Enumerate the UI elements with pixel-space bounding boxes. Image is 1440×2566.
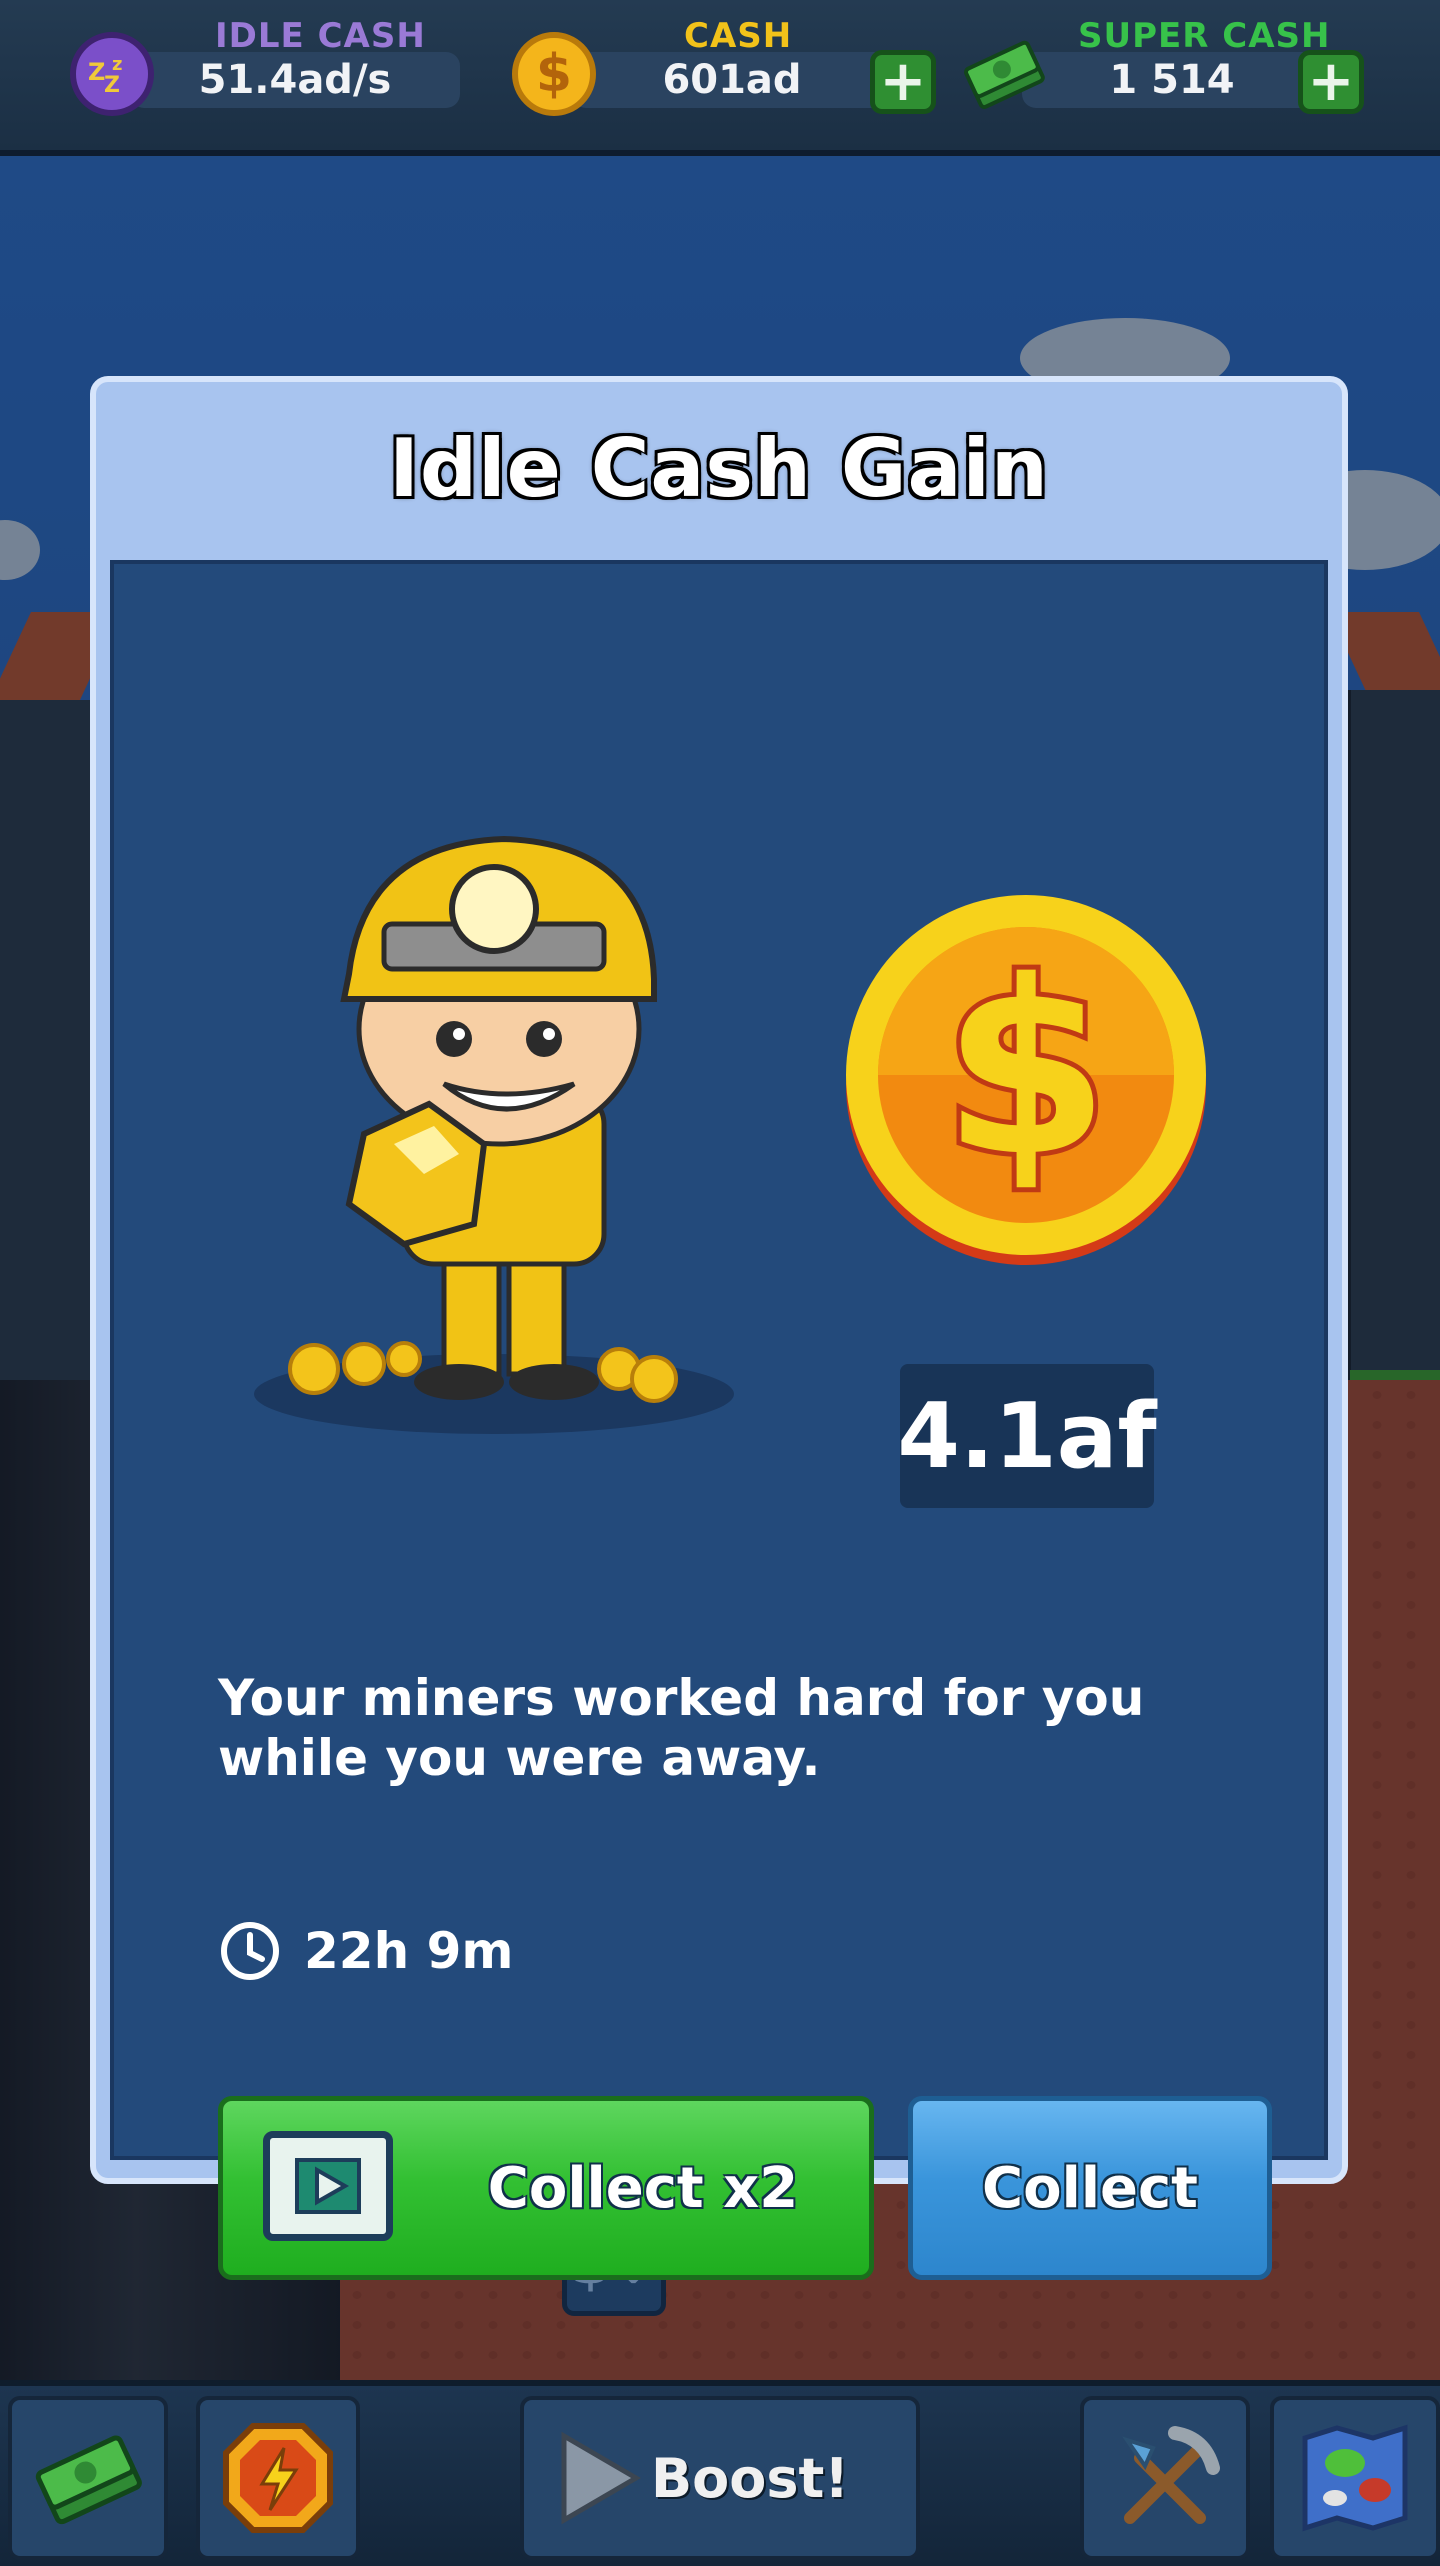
- lightning-badge-icon: [223, 2423, 333, 2533]
- super-cash-counter[interactable]: 1 514 SUPER CASH +: [962, 14, 1382, 124]
- zzz-sleep-coin-icon: Z Z z: [70, 32, 154, 116]
- clock-icon: [221, 1922, 279, 1980]
- collect-label: Collect: [982, 2155, 1198, 2221]
- dialog-body: $ 4.1af Your miners worked hard for you …: [110, 560, 1328, 2280]
- dollar-coin-icon: $: [512, 32, 596, 116]
- idle-cash-counter[interactable]: 51.4ad/s IDLE CASH Z Z z: [70, 14, 470, 124]
- cash-label: CASH: [684, 16, 793, 56]
- svg-text:$: $: [943, 929, 1110, 1209]
- video-play-icon: [263, 2131, 393, 2241]
- top-resource-bar: 51.4ad/s IDLE CASH Z Z z 601ad CASH $ + …: [0, 0, 1440, 156]
- money-stack-icon: [962, 32, 1046, 116]
- super-cash-value: 1 514: [1022, 52, 1322, 108]
- mine-tools-button[interactable]: [1080, 2396, 1250, 2560]
- add-super-cash-button[interactable]: +: [1298, 50, 1364, 114]
- svg-text:Z: Z: [104, 73, 120, 98]
- idle-cash-label: IDLE CASH: [215, 16, 426, 56]
- boost-badge-button[interactable]: [196, 2396, 360, 2560]
- away-message: Your miners worked hard for you while yo…: [218, 1669, 1145, 1787]
- time-away-value: 22h 9m: [304, 1922, 514, 1980]
- world-map-button[interactable]: [1270, 2396, 1440, 2560]
- dialog-title: Idle Cash Gain: [389, 422, 1049, 515]
- super-cash-label: SUPER CASH: [1078, 16, 1331, 56]
- idle-cash-gain-dialog: Idle Cash Gain $ 4.1af Your miners worke…: [90, 376, 1348, 2280]
- collect-button[interactable]: Collect: [908, 2096, 1272, 2280]
- cash-counter[interactable]: 601ad CASH $ +: [512, 14, 952, 124]
- cash-value: 601ad: [572, 52, 892, 108]
- gold-coin-icon: $: [836, 890, 1216, 1270]
- add-cash-button[interactable]: +: [870, 50, 936, 114]
- pickaxe-shovel-icon: [1122, 2426, 1220, 2524]
- boost-label: Boost!: [651, 2446, 849, 2510]
- svg-text:Z: Z: [88, 58, 105, 86]
- miner-illustration: [254, 804, 834, 1444]
- world-map-icon: [1302, 2424, 1408, 2532]
- boost-play-icon: [561, 2431, 641, 2525]
- svg-text:z: z: [112, 54, 122, 75]
- idle-cash-amount: 4.1af: [897, 1364, 1157, 1508]
- shop-button[interactable]: [8, 2396, 168, 2560]
- collect-x2-button[interactable]: Collect x2: [218, 2096, 874, 2280]
- collect-x2-label: Collect x2: [487, 2155, 799, 2221]
- money-stack-icon: [35, 2435, 142, 2525]
- boost-button[interactable]: Boost!: [520, 2396, 920, 2560]
- time-away: 22h 9m: [218, 1916, 513, 1986]
- idle-cash-value: 51.4ad/s: [130, 52, 460, 108]
- bottom-action-bar: Boost!: [0, 2380, 1440, 2566]
